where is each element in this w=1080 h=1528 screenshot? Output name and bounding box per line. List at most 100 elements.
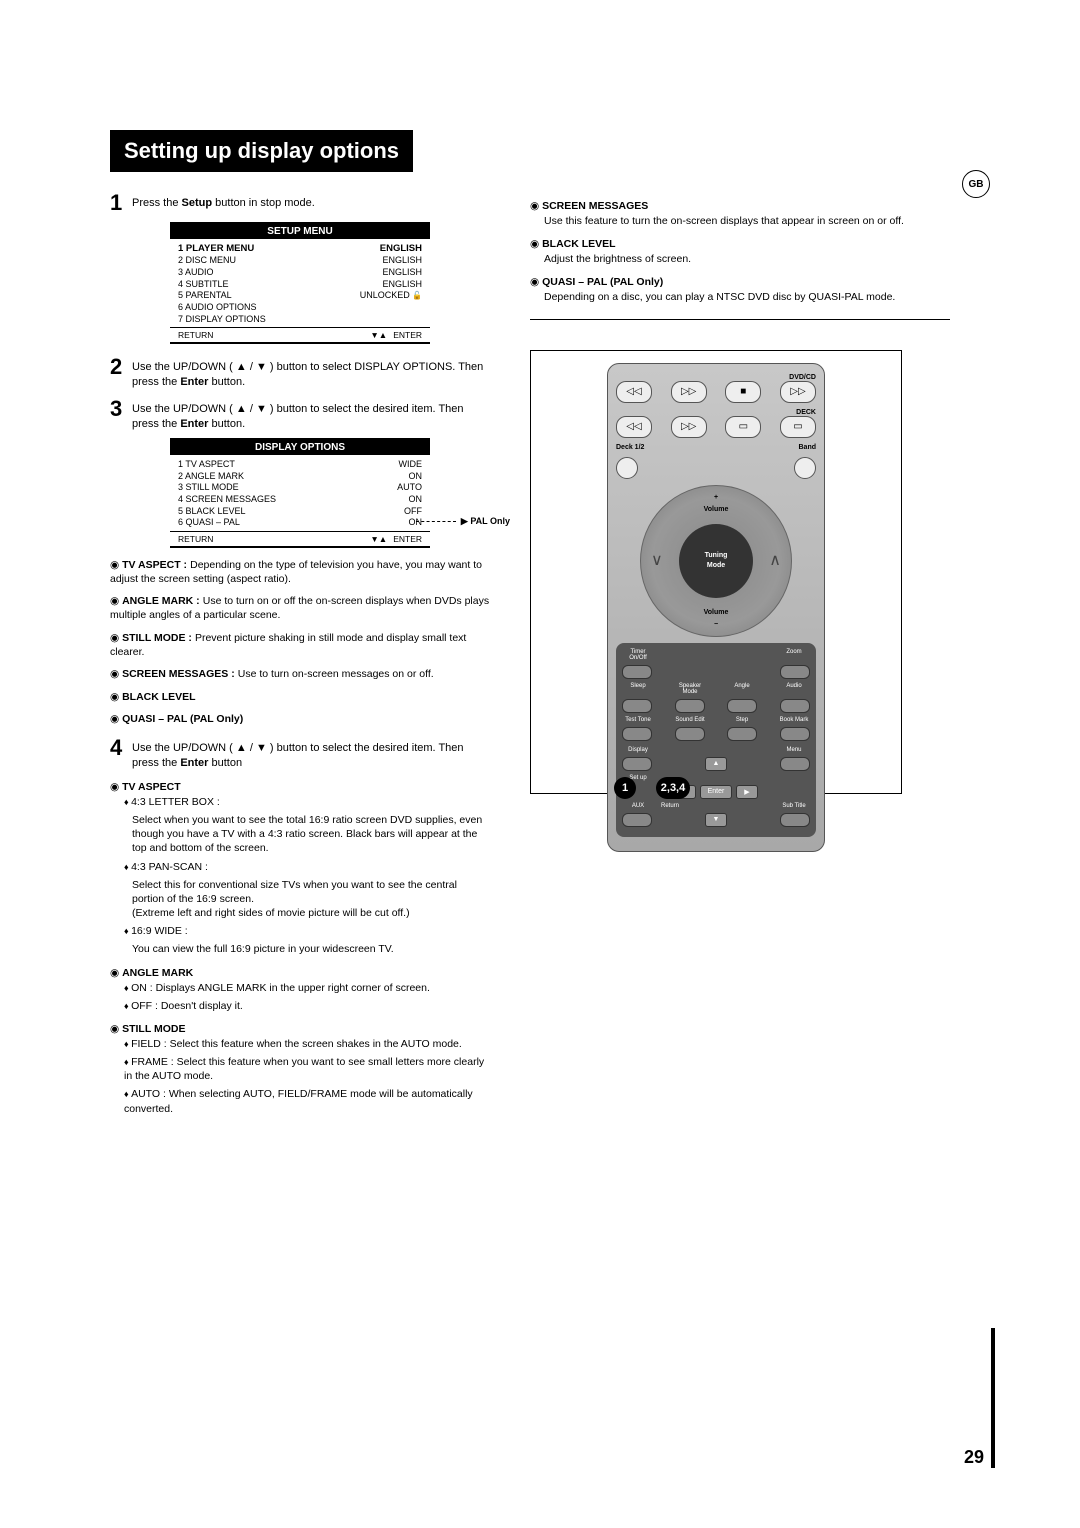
def-quasi-pal-h: QUASI – PAL (PAL Only) (110, 713, 490, 725)
pal-only-note: PAL Only (470, 516, 510, 526)
language-badge: GB (962, 170, 990, 198)
menu-label: Menu (778, 747, 810, 753)
enter-button: Enter (700, 785, 732, 799)
divider (530, 319, 950, 320)
band-button (794, 457, 816, 479)
m2-r4-r: ON (409, 494, 423, 506)
prev-icon: ◁◁ (616, 416, 652, 438)
r-quasi-pal-d: Depending on a disc, you can play a NTSC… (544, 290, 950, 304)
def-screen-msg-d: Use to turn on-screen messages on or off… (238, 668, 434, 680)
small-button (780, 727, 810, 741)
sound-label: Sound Edit (674, 717, 706, 723)
menu-button (780, 757, 810, 771)
angle-mark-1: ON : Displays ANGLE MARK in the upper ri… (124, 981, 490, 995)
audio-label: Audio (778, 683, 810, 695)
m1-r1-r: ENGLISH (380, 243, 422, 255)
nav-ring: + Volume ∨ ∧ Tuning Mode Volume − (640, 485, 792, 637)
m2-enter: ENTER (393, 534, 422, 544)
step-2: 2 Use the UP/DOWN ( ▲ / ▼ ) button to se… (110, 354, 490, 390)
angle-mark-head: ANGLE MARK (110, 967, 490, 979)
tv-aspect-3-d: You can view the full 16:9 picture in yo… (132, 942, 490, 956)
m1-r3-r: ENGLISH (382, 267, 422, 279)
arrows-icon (370, 534, 393, 544)
still-mode-2: FRAME : Select this feature when you wan… (124, 1055, 490, 1083)
m1-r7-l: 7 DISPLAY OPTIONS (178, 314, 266, 326)
def-tv-aspect-h: TV ASPECT : (110, 559, 187, 571)
plus-icon: + (714, 494, 718, 501)
tuning-label: Tuning (705, 551, 728, 560)
def-screen-msg-h: SCREEN MESSAGES : (110, 668, 235, 680)
step-3: 3 Use the UP/DOWN ( ▲ / ▼ ) button to se… (110, 396, 490, 432)
callout-badge-1: 1 (614, 777, 636, 799)
m2-r1-l: 1 TV ASPECT (178, 459, 235, 471)
chevron-left-icon: ∨ (651, 550, 663, 570)
book-label: Book Mark (778, 717, 810, 723)
small-button (727, 699, 757, 713)
r-black-level-h: BLACK LEVEL (530, 238, 950, 250)
small-button (675, 699, 705, 713)
step-number: 2 (110, 354, 132, 390)
m1-r1-l: 1 PLAYER MENU (178, 243, 254, 255)
tv-aspect-3-t: 16:9 WIDE : (124, 924, 490, 938)
next-icon: ▷▷ (671, 416, 707, 438)
speaker-label: Speaker Mode (674, 683, 706, 695)
page-number: 29 (964, 1447, 984, 1468)
step-3-bold: Enter (180, 418, 208, 430)
step-3-text-b: button. (208, 418, 245, 430)
aux-label: AUX (622, 803, 654, 809)
tv-aspect-1-t: 4:3 LETTER BOX : (124, 795, 490, 809)
tv-aspect-2-d: Select this for conventional size TVs wh… (132, 878, 490, 921)
small-button (727, 727, 757, 741)
step-4-bold: Enter (180, 757, 208, 769)
stop-icon: ■ (725, 381, 761, 403)
step-4: 4 Use the UP/DOWN ( ▲ / ▼ ) button to se… (110, 735, 490, 771)
angle-label: Angle (726, 683, 758, 695)
m1-r2-r: ENGLISH (382, 255, 422, 267)
r-screen-msg-d: Use this feature to turn the on-screen d… (544, 214, 950, 228)
down-arrow-icon: ▼ (705, 813, 727, 827)
m2-r2-r: ON (409, 471, 423, 483)
step-number: 3 (110, 396, 132, 432)
still-mode-head: STILL MODE (110, 1023, 490, 1035)
small-button (780, 665, 810, 679)
page-title: Setting up display options (110, 130, 413, 172)
still-mode-1: FIELD : Select this feature when the scr… (124, 1037, 490, 1051)
r-black-level-d: Adjust the brightness of screen. (544, 252, 950, 266)
m1-r3-l: 3 AUDIO (178, 267, 214, 279)
m1-r6-l: 6 AUDIO OPTIONS (178, 302, 257, 314)
m2-r6-l: 6 QUASI – PAL (178, 517, 240, 529)
m1-r4-r: ENGLISH (382, 279, 422, 291)
subtitle-label: Sub Title (778, 803, 810, 809)
up-arrow-icon: ▲ (705, 757, 727, 771)
m1-enter: ENTER (393, 330, 422, 340)
volume-down-label: Volume (704, 609, 729, 616)
band-label: Band (799, 444, 817, 451)
m2-r2-l: 2 ANGLE MARK (178, 471, 244, 483)
display-options-header: DISPLAY OPTIONS (170, 440, 430, 455)
return-label: Return (654, 803, 686, 809)
def-angle-mark-h: ANGLE MARK : (110, 595, 200, 607)
tv-aspect-head: TV ASPECT (110, 781, 490, 793)
zoom-label: Zoom (778, 649, 810, 661)
m1-r4-l: 4 SUBTITLE (178, 279, 229, 291)
mode-label: Mode (707, 561, 725, 570)
small-button (675, 727, 705, 741)
left-column: 1 Press the Setup button in stop mode. S… (110, 190, 490, 1120)
m1-r2-l: 2 DISC MENU (178, 255, 236, 267)
subtitle-button (780, 813, 810, 827)
step-number: 4 (110, 735, 132, 771)
remote-body: DVD/CD ◁◁ ▷▷ ■ ▷▷ DECK ◁◁ ▷▷ ▭ ▭ (607, 363, 825, 852)
display-options-box: DISPLAY OPTIONS 1 TV ASPECTWIDE 2 ANGLE … (170, 438, 430, 548)
m2-r4-l: 4 SCREEN MESSAGES (178, 494, 276, 506)
aux-button (622, 813, 652, 827)
right-arrow-icon: ▶ (736, 785, 758, 799)
play-icon: ▭ (780, 416, 816, 438)
tv-aspect-1-d: Select when you want to see the total 16… (132, 813, 490, 856)
play-icon: ▷▷ (780, 381, 816, 403)
r-quasi-pal-h: QUASI – PAL (PAL Only) (530, 276, 950, 288)
step-1: 1 Press the Setup button in stop mode. (110, 190, 490, 216)
callout-badge-234: 2,3,4 (656, 777, 690, 799)
remote-bottom-panel: Timer On/Off Zoom Sleep Speaker Mode Ang… (616, 643, 816, 837)
side-accent-bar (991, 1328, 995, 1468)
m2-r3-r: AUTO (397, 482, 422, 494)
